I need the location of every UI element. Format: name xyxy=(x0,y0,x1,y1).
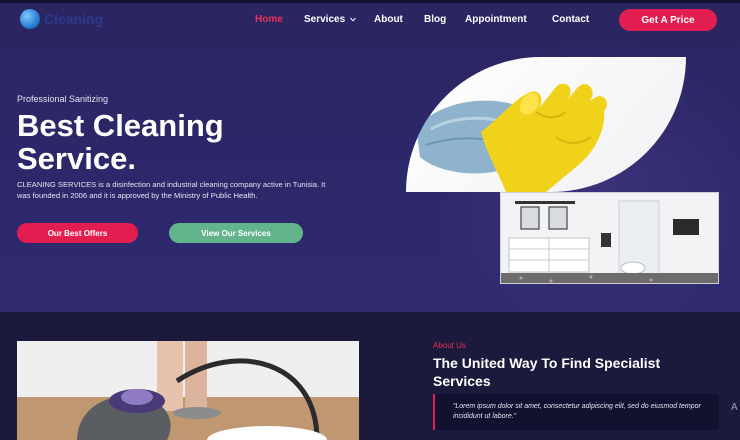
hero-eyebrow: Professional Sanitizing xyxy=(17,94,109,104)
about-title: The United Way To Find Specialist Servic… xyxy=(433,355,661,389)
about-quote: “Lorem ipsum dolor sit amet, consectetur… xyxy=(433,394,719,430)
logo-text: Cleaning xyxy=(44,11,104,27)
nav-item-services[interactable]: Services xyxy=(304,14,356,25)
get-price-button[interactable]: Get A Price xyxy=(619,9,717,31)
hero-title: Best Cleaning Service. xyxy=(17,109,347,175)
nav-item-appointment[interactable]: Appointment xyxy=(465,14,527,25)
best-offers-button[interactable]: Our Best Offers xyxy=(17,223,138,243)
right-edge-text: A xyxy=(731,402,738,413)
nav-item-services-label: Services xyxy=(304,14,346,25)
about-label: About Us xyxy=(433,341,466,350)
site-logo[interactable]: Cleaning xyxy=(20,9,103,29)
hero-title-line-1: Best Cleaning xyxy=(17,108,224,143)
chevron-down-icon xyxy=(350,17,356,22)
main-navigation: Cleaning Home Services About Blog Appoin… xyxy=(0,3,740,37)
nav-item-home[interactable]: Home xyxy=(255,14,283,25)
logo-globe-icon xyxy=(20,9,40,29)
bathroom-image xyxy=(500,192,719,284)
vacuum-illustration xyxy=(17,341,359,440)
bathroom-illustration xyxy=(501,193,718,283)
nav-item-contact[interactable]: Contact xyxy=(552,14,589,25)
vacuum-cleaning-image xyxy=(17,341,359,440)
view-services-button[interactable]: View Our Services xyxy=(169,223,303,243)
hero-description: CLEANING SERVICES is a disinfection and … xyxy=(17,180,326,200)
nav-item-about[interactable]: About xyxy=(374,14,403,25)
nav-item-blog[interactable]: Blog xyxy=(424,14,446,25)
hero-title-line-2: Service. xyxy=(17,141,136,176)
